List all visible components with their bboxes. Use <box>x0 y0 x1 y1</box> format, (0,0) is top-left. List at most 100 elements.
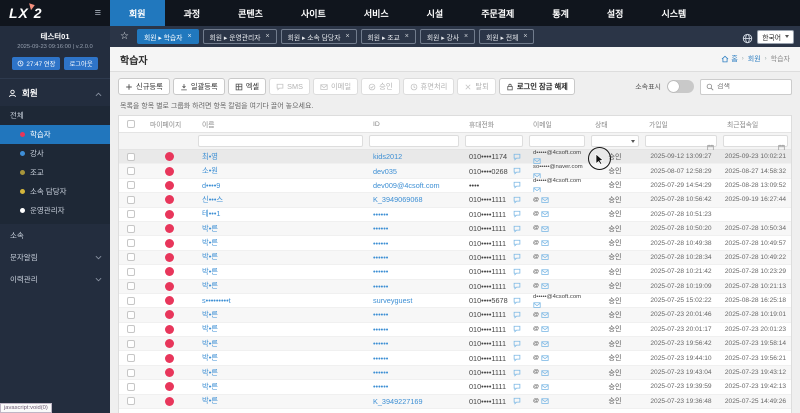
affiliation-toggle[interactable] <box>667 80 694 93</box>
tab-회원 ▸ 강사[interactable]: 회원 ▸ 강사 × <box>419 29 476 44</box>
mypage-dot[interactable] <box>164 396 174 406</box>
sms-bubble-icon[interactable] <box>513 282 521 290</box>
row-checkbox[interactable] <box>127 382 135 391</box>
mypage-dot[interactable] <box>164 267 174 277</box>
row-id-link[interactable]: •••••• <box>373 282 388 291</box>
row-checkbox[interactable] <box>127 181 135 190</box>
envelope-icon[interactable] <box>541 325 549 333</box>
select-all-checkbox[interactable] <box>127 120 135 128</box>
row-name-link[interactable]: 소•원 <box>202 166 218 175</box>
sidebar-item-이력관리[interactable]: 이력관리 <box>0 268 110 290</box>
filter-lastaccess-date[interactable] <box>723 135 788 151</box>
filter-joined-date[interactable] <box>645 135 717 151</box>
row-id-link[interactable]: •••••• <box>373 224 388 233</box>
row-id-link[interactable]: kids2012 <box>373 152 402 161</box>
top-nav-item-서비스[interactable]: 서비스 <box>345 0 408 26</box>
toolbar-button-일괄등록[interactable]: 일괄등록 <box>172 78 225 95</box>
mypage-dot[interactable] <box>164 382 174 392</box>
mypage-dot[interactable] <box>164 209 174 219</box>
envelope-icon[interactable] <box>541 225 549 233</box>
envelope-icon[interactable] <box>541 239 549 247</box>
envelope-icon[interactable] <box>541 282 549 290</box>
sidebar-item-소속[interactable]: 소속 <box>0 224 110 246</box>
row-name-link[interactable]: 테•••1 <box>202 209 220 218</box>
envelope-icon[interactable] <box>541 397 549 405</box>
top-nav-item-사이트[interactable]: 사이트 <box>282 0 345 26</box>
tab-close-icon[interactable]: × <box>187 33 191 40</box>
row-checkbox[interactable] <box>127 152 135 161</box>
sidebar-section-members[interactable]: 회원 <box>0 79 110 106</box>
sms-bubble-icon[interactable] <box>513 297 521 305</box>
row-id-link[interactable]: •••••• <box>373 239 388 248</box>
sms-bubble-icon[interactable] <box>513 167 521 175</box>
row-id-link[interactable]: K_3949069068 <box>373 195 423 204</box>
breadcrumb-홈[interactable]: 홈 <box>721 54 738 64</box>
filter-id-input[interactable] <box>369 135 459 147</box>
sms-bubble-icon[interactable] <box>513 153 521 161</box>
envelope-icon[interactable] <box>533 301 541 308</box>
tab-회원 ▸ 운영관리자[interactable]: 회원 ▸ 운영관리자 × <box>202 29 277 44</box>
row-id-link[interactable]: •••••• <box>373 382 388 391</box>
row-id-link[interactable]: •••••• <box>373 325 388 334</box>
sms-bubble-icon[interactable] <box>513 369 521 377</box>
row-id-link[interactable]: surveyguest <box>373 296 412 305</box>
row-checkbox[interactable] <box>127 239 135 248</box>
sms-bubble-icon[interactable] <box>513 340 521 348</box>
sms-bubble-icon[interactable] <box>513 225 521 233</box>
row-name-link[interactable]: 박•른 <box>202 324 218 333</box>
sms-bubble-icon[interactable] <box>513 397 521 406</box>
sidebar-item-조교[interactable]: 조교 <box>0 163 110 182</box>
top-nav-item-시설[interactable]: 시설 <box>408 0 463 26</box>
table-row[interactable]: s•••••••••t surveyguest 010••••5678 d•••••@… <box>119 294 791 309</box>
table-row[interactable]: 박•른 •••••• 010••••1111 @ 승인 2025-07-28 10:49:… <box>119 236 791 251</box>
table-row[interactable]: 최•영 kids2012 010••••1174 d•••••@4csoft.com 승… <box>119 150 791 165</box>
top-nav-item-과정[interactable]: 과정 <box>165 0 220 26</box>
sms-bubble-icon[interactable] <box>513 268 521 276</box>
tab-close-icon[interactable]: × <box>464 33 468 40</box>
breadcrumb-회원[interactable]: 회원 <box>748 54 761 64</box>
row-checkbox[interactable] <box>127 339 135 348</box>
column-header-가입일[interactable]: 가입일 <box>642 119 720 129</box>
row-name-link[interactable]: 박•른 <box>202 368 218 377</box>
row-id-link[interactable]: •••••• <box>373 354 388 363</box>
envelope-icon[interactable] <box>541 340 549 348</box>
row-name-link[interactable]: 박•른 <box>202 252 218 261</box>
row-checkbox[interactable] <box>127 368 135 377</box>
mypage-dot[interactable] <box>164 324 174 334</box>
top-nav-item-설정[interactable]: 설정 <box>588 0 643 26</box>
row-checkbox[interactable] <box>127 253 135 262</box>
sms-bubble-icon[interactable] <box>513 181 521 190</box>
sidebar-item-소속 담당자[interactable]: 소속 담당자 <box>0 182 110 201</box>
tab-회원 ▸ 학습자[interactable]: 회원 ▸ 학습자 × <box>136 29 199 44</box>
table-row[interactable]: 박•른 •••••• 010••••1111 @ 승인 2025-07-23 20:01:… <box>119 323 791 338</box>
table-row[interactable]: 테•••1 •••••• 010••••1111 @ 승인 2025-07-28 10:5… <box>119 208 791 222</box>
table-row[interactable]: d••••9 dev009@4csoft.com •••• d•••••@4csoft… <box>119 178 791 194</box>
row-name-link[interactable]: 박•른 <box>202 310 218 319</box>
favorite-star-icon[interactable]: ☆ <box>120 31 129 42</box>
row-name-link[interactable]: 박•른 <box>202 267 218 276</box>
column-header-ID[interactable]: ID <box>366 121 462 128</box>
row-checkbox[interactable] <box>127 195 135 204</box>
envelope-icon[interactable] <box>541 210 549 218</box>
column-header-마이페이지[interactable]: 마이페이지 <box>143 119 195 129</box>
column-header-이메일[interactable]: 이메일 <box>526 119 588 129</box>
table-row[interactable]: 박•른 •••••• 010••••1111 @ 승인 2025-07-23 19:39:… <box>119 380 791 395</box>
language-select[interactable]: 한국어 <box>757 29 794 44</box>
envelope-icon[interactable] <box>541 311 549 319</box>
column-header-상태[interactable]: 상태 <box>588 119 642 129</box>
sidebar-item-전체[interactable]: 전체 <box>0 106 110 125</box>
table-row[interactable]: 박•른 •••••• 010••••1111 @ 승인 2025-07-23 19:44:… <box>119 351 791 366</box>
logout-button[interactable]: 로그아웃 <box>64 57 98 70</box>
mypage-dot[interactable] <box>164 281 174 291</box>
table-row[interactable]: 박•른 •••••• 010••••1111 @ 승인 2025-07-28 10:50:… <box>119 221 791 237</box>
mypage-dot[interactable] <box>164 339 174 349</box>
table-row[interactable]: 신•••스 K_3949069068 010••••1111 @ 승인 2025-07-2… <box>119 193 791 208</box>
envelope-icon[interactable] <box>533 172 541 179</box>
tab-회원 ▸ 전체[interactable]: 회원 ▸ 전체 × <box>479 29 535 44</box>
mypage-dot[interactable] <box>164 166 174 176</box>
row-checkbox[interactable] <box>127 210 135 219</box>
row-id-link[interactable]: K_3949227169 <box>373 397 423 406</box>
envelope-icon[interactable] <box>541 369 549 377</box>
table-row[interactable]: 박•른 •••••• 010••••1111 @ 승인 2025-07-23 20:01:… <box>119 308 791 323</box>
mypage-dot[interactable] <box>164 195 174 205</box>
